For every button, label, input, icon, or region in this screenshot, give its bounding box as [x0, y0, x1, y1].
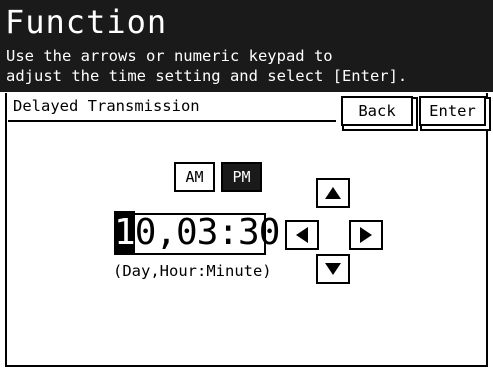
- arrow-right-icon: [360, 227, 372, 243]
- instruction-line-2: adjust the time setting and select [Ente…: [6, 67, 408, 85]
- breadcrumb-underline: [8, 120, 336, 122]
- time-field[interactable]: 10,03:30: [114, 211, 281, 255]
- header-bar: Function Use the arrows or numeric keypa…: [0, 0, 493, 92]
- arrow-up-button[interactable]: [316, 178, 350, 208]
- arrow-down-button[interactable]: [316, 254, 350, 284]
- time-cursor: 1: [114, 211, 136, 255]
- instruction-line-1: Use the arrows or numeric keypad to: [6, 47, 333, 65]
- arrow-right-button[interactable]: [349, 220, 383, 250]
- arrow-down-icon: [325, 263, 341, 275]
- breadcrumb: Delayed Transmission: [13, 97, 200, 115]
- arrow-up-icon: [325, 187, 341, 199]
- pm-toggle[interactable]: PM: [221, 162, 262, 192]
- time-value: 0,03:30: [134, 212, 281, 253]
- back-button[interactable]: Back: [341, 96, 413, 126]
- arrow-left-button[interactable]: [285, 220, 319, 250]
- screen-title: Function: [5, 3, 168, 41]
- enter-button[interactable]: Enter: [419, 96, 486, 126]
- time-format-hint: (Day,Hour:Minute): [113, 262, 272, 280]
- am-toggle[interactable]: AM: [174, 162, 215, 192]
- arrow-left-icon: [296, 227, 308, 243]
